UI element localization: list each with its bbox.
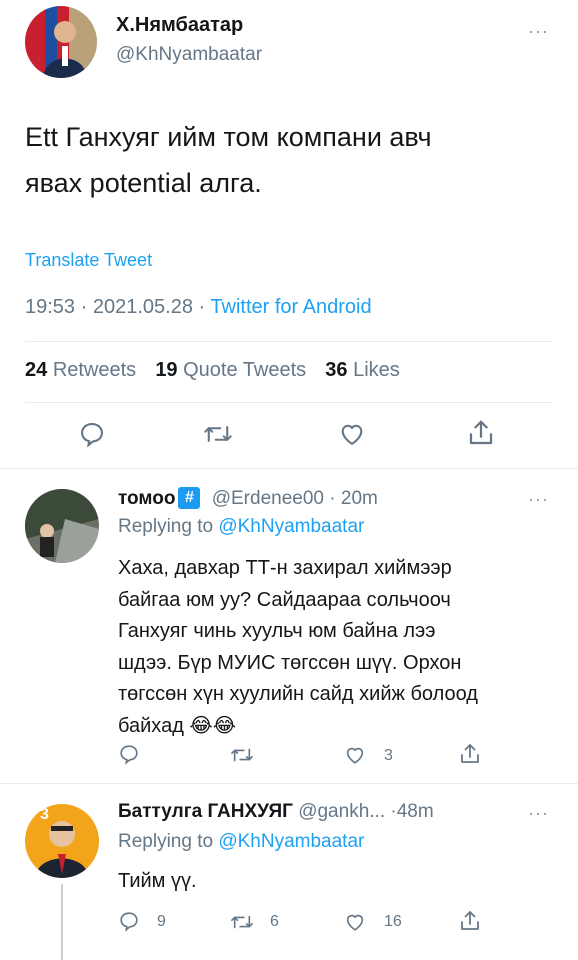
reply-header: томоо # @Erdenee00 · 20m bbox=[118, 487, 378, 510]
reply-time: 48m bbox=[396, 801, 434, 822]
reply-author-avatar[interactable] bbox=[25, 489, 99, 563]
reply-author-name[interactable]: Баттулга ГАНХУЯГ bbox=[118, 801, 293, 822]
hashtag-badge-icon: # bbox=[178, 487, 201, 509]
divider bbox=[0, 783, 578, 784]
reply-author-name[interactable]: томоо bbox=[118, 488, 175, 509]
retweets-label: Retweets bbox=[52, 359, 137, 381]
replying-prefix: Replying to bbox=[118, 831, 214, 852]
replying-to: Replying to @KhNyambaatar bbox=[118, 516, 364, 538]
likes-count: 36 bbox=[325, 359, 348, 381]
retweet-icon[interactable] bbox=[203, 420, 233, 448]
reply-icon[interactable] bbox=[118, 910, 140, 932]
more-icon[interactable]: ··· bbox=[528, 804, 549, 822]
retweet-count: 6 bbox=[270, 913, 279, 930]
heart-icon[interactable] bbox=[343, 911, 367, 933]
author-avatar[interactable] bbox=[25, 6, 97, 78]
divider bbox=[0, 468, 578, 469]
tweet-time: 19:53 bbox=[25, 296, 76, 318]
share-icon[interactable] bbox=[458, 909, 482, 933]
retweets-stat[interactable]: 24 Retweets bbox=[25, 359, 142, 381]
replying-prefix: Replying to bbox=[118, 516, 214, 537]
tweet-date: 2021.05.28 bbox=[92, 296, 193, 318]
separator-dot: · bbox=[80, 296, 88, 318]
reply-author-handle[interactable]: @gankh... bbox=[298, 801, 385, 822]
separator-dot: · bbox=[198, 296, 206, 318]
author-handle[interactable]: @KhNyambaatar bbox=[116, 44, 262, 66]
likes-label: Likes bbox=[353, 359, 400, 381]
more-icon[interactable]: ··· bbox=[528, 22, 549, 40]
reply-author-handle[interactable]: @Erdenee00 bbox=[212, 488, 324, 509]
reply-text: Хаха, давхар ТТ-н захирал хиймээр байгаа… bbox=[118, 553, 478, 742]
reply-text-line: Хаха, давхар ТТ-н захирал хиймээр bbox=[118, 557, 452, 579]
replying-to: Replying to @KhNyambaatar bbox=[118, 831, 364, 853]
retweet-icon[interactable] bbox=[230, 744, 254, 766]
quotes-count: 19 bbox=[155, 359, 178, 381]
reply-count: 9 bbox=[157, 913, 166, 930]
reply-text: Тийм үү. bbox=[118, 870, 197, 892]
like-count: 16 bbox=[384, 913, 402, 930]
reply-author-avatar[interactable] bbox=[25, 804, 99, 878]
heart-icon[interactable] bbox=[343, 744, 367, 766]
like-count: 3 bbox=[384, 747, 393, 764]
divider bbox=[25, 341, 553, 342]
tweet-text-line2: явах potential алга. bbox=[25, 168, 262, 198]
replying-to-handle[interactable]: @KhNyambaatar bbox=[218, 831, 364, 852]
translate-tweet-link[interactable]: Translate Tweet bbox=[25, 250, 152, 271]
likes-stat[interactable]: 36 Likes bbox=[325, 359, 400, 381]
quotes-label: Quote Tweets bbox=[183, 359, 307, 381]
thread-line bbox=[61, 884, 63, 960]
share-icon[interactable] bbox=[466, 418, 496, 448]
quotes-stat[interactable]: 19 Quote Tweets bbox=[155, 359, 311, 381]
share-icon[interactable] bbox=[458, 742, 482, 766]
divider bbox=[25, 402, 553, 403]
avatar-badge-text: 3 bbox=[40, 806, 49, 823]
replying-to-handle[interactable]: @KhNyambaatar bbox=[218, 516, 364, 537]
reply-text-line: шдээ. Бүр МУИС төгссөн шүү. Орхон bbox=[118, 651, 462, 674]
reply-icon[interactable] bbox=[118, 743, 140, 765]
retweets-count: 24 bbox=[25, 359, 48, 381]
heart-icon[interactable] bbox=[337, 420, 367, 448]
reply-time: 20m bbox=[340, 488, 378, 509]
tweet-text-line1: Ett Ганхуяг ийм том компани авч bbox=[25, 122, 432, 152]
reply-text-line: Ганхуяг чинь хуульч юм байна лээ bbox=[118, 620, 436, 642]
author-name[interactable]: Х.Нямбаатар bbox=[116, 14, 243, 37]
reply-text-line: төгссөн хүн хуулийн сайд хийж болоод bbox=[118, 683, 478, 705]
reply-header: Баттулга ГАНХУЯГ @gankh... ·48m bbox=[118, 801, 434, 823]
tweet-timestamp: 19:53 · 2021.05.28 · Twitter for Android bbox=[25, 296, 372, 319]
more-icon[interactable]: ··· bbox=[528, 490, 549, 508]
reply-icon[interactable] bbox=[78, 420, 106, 448]
reply-text-line: байхад 😂😂 bbox=[118, 714, 237, 737]
reply-text-line: байгаа юм уу? Сайдаараа сольчооч bbox=[118, 588, 451, 611]
tweet-source-link[interactable]: Twitter for Android bbox=[210, 296, 371, 318]
retweet-icon[interactable] bbox=[230, 911, 254, 933]
separator-dot: · bbox=[329, 488, 336, 509]
engagement-stats: 24 Retweets 19 Quote Tweets 36 Likes bbox=[25, 359, 400, 382]
